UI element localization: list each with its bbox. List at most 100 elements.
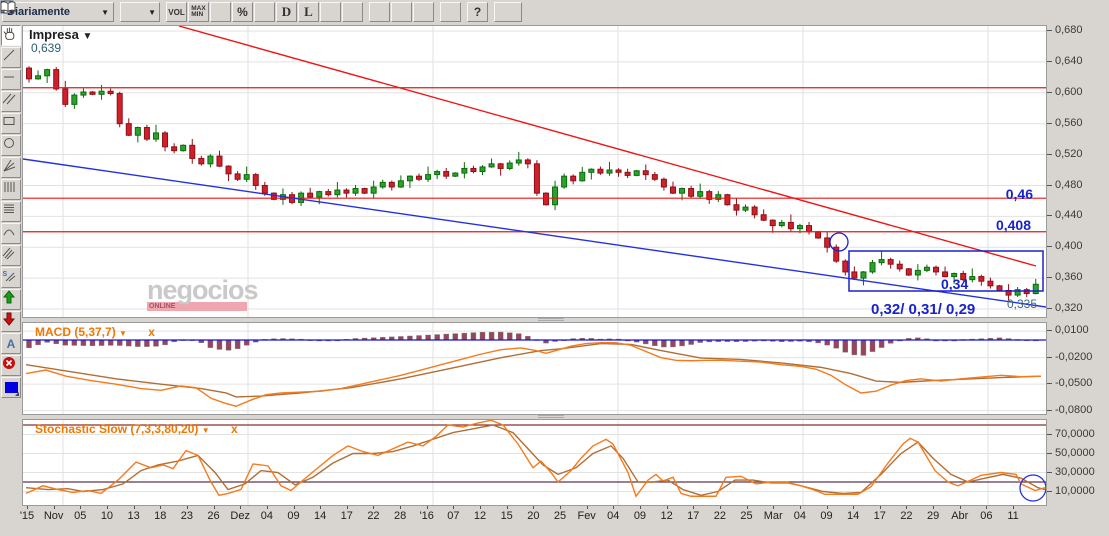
vertical-grid-tool[interactable] — [1, 179, 21, 200]
zoom-out-button[interactable] — [391, 2, 412, 22]
axis-tick-label: 22 — [891, 510, 921, 522]
axis-tick — [986, 506, 987, 509]
period-label: Diariamente — [7, 6, 70, 18]
zoom-in-button[interactable] — [413, 2, 434, 22]
axis-tick-label: 20 — [518, 510, 548, 522]
axis-tick — [1047, 357, 1052, 358]
axis-tick-label: 14 — [305, 510, 335, 522]
parallel-lines-tool[interactable] — [1, 91, 21, 112]
axis-tick-label: Nov — [39, 510, 69, 522]
sell-arrow-tool[interactable] — [1, 311, 21, 332]
axis-tick-label: 17 — [678, 510, 708, 522]
axis-tick-label: 29 — [918, 510, 948, 522]
line-mode-button[interactable]: L — [298, 2, 319, 22]
axis-tick-label: 0,400 — [1055, 240, 1083, 252]
axis-tick — [54, 506, 55, 509]
chevron-down-icon[interactable]: ▼ — [119, 329, 127, 338]
crosshair-button[interactable] — [320, 2, 341, 22]
add-indicator-button[interactable] — [369, 2, 390, 22]
axis-tick-label: -0,0800 — [1055, 404, 1092, 416]
axis-tick — [1047, 61, 1052, 62]
axis-tick — [1047, 453, 1052, 454]
axis-tick — [693, 506, 694, 509]
fibonacci-retracement-tool[interactable] — [1, 201, 21, 222]
charting-application: Diariamente ▼ ▼ VOL MAXMIN % — [0, 0, 1109, 536]
axis-tick — [1047, 215, 1052, 216]
macd-panel[interactable]: MACD (5,37,7) ▼ x — [22, 322, 1047, 415]
fan-lines-tool[interactable] — [1, 157, 21, 178]
symbol-name: Impresa — [29, 27, 79, 42]
axis-tick — [187, 506, 188, 509]
axis-tick-label: Dez — [225, 510, 255, 522]
pan-hand-tool[interactable] — [1, 25, 21, 46]
axis-tick-label: 04 — [785, 510, 815, 522]
grid-toggle-button[interactable] — [210, 2, 231, 22]
axis-tick — [507, 506, 508, 509]
axis-tick — [587, 506, 588, 509]
watermark-name: negocios — [147, 278, 258, 302]
axis-tick-label: 0,680 — [1055, 24, 1083, 36]
stochastic-close-button[interactable]: x — [231, 422, 238, 436]
axis-tick — [1047, 246, 1052, 247]
channel-button[interactable] — [254, 2, 275, 22]
buy-arrow-tool[interactable] — [1, 289, 21, 310]
targets-label: 0,32/ 0,31/ 0,29 — [871, 301, 975, 318]
axis-tick-label: 09 — [812, 510, 842, 522]
axis-tick — [640, 506, 641, 509]
price-axis[interactable]: 0,6800,6400,6000,5600,5200,4800,4400,400… — [1047, 0, 1109, 536]
axis-tick-label: 12 — [652, 510, 682, 522]
manual-button[interactable] — [494, 2, 522, 22]
time-axis[interactable]: '15Nov051013182326Dez040914172228'160712… — [22, 506, 1047, 526]
print-button[interactable] — [440, 2, 461, 22]
ellipse-tool[interactable] — [1, 135, 21, 156]
help-button[interactable]: ? — [467, 2, 488, 22]
axis-tick-label: 12 — [465, 510, 495, 522]
axis-tick-label: Abr — [945, 510, 975, 522]
axis-tick — [613, 506, 614, 509]
axis-tick — [80, 506, 81, 509]
axis-tick-label: 10,0000 — [1055, 485, 1095, 497]
symbol-dropdown[interactable]: Impresa ▼ — [29, 27, 92, 42]
trendline-tool[interactable] — [1, 47, 21, 68]
speed-resistance-tool[interactable]: S — [1, 267, 21, 288]
axis-tick-label: 17 — [332, 510, 362, 522]
svg-text:S: S — [3, 271, 8, 278]
axis-tick-label: 50,0000 — [1055, 447, 1095, 459]
axis-tick — [1013, 506, 1014, 509]
chevron-down-icon: ▼ — [148, 8, 156, 17]
axis-tick — [134, 506, 135, 509]
maxmin-button[interactable]: MAXMIN — [188, 2, 209, 22]
axis-tick — [294, 506, 295, 509]
axis-tick-label: 22 — [705, 510, 735, 522]
color-picker[interactable] — [1, 377, 21, 398]
axis-tick-label: 28 — [385, 510, 415, 522]
horizontal-line-tool[interactable] — [1, 69, 21, 90]
percent-scale-button[interactable]: % — [232, 2, 253, 22]
axis-tick — [480, 506, 481, 509]
arc-tool[interactable] — [1, 223, 21, 244]
axis-tick — [773, 506, 774, 509]
period-dropdown[interactable]: Diariamente ▼ — [2, 2, 114, 22]
resistance-046-label: 0,46 — [1006, 186, 1033, 202]
last-price-label: 0,639 — [31, 41, 61, 55]
axis-tick — [347, 506, 348, 509]
percent-label: % — [237, 5, 248, 19]
axis-tick — [533, 506, 534, 509]
daily-button[interactable]: D — [276, 2, 297, 22]
text-a-icon: A — [7, 337, 16, 351]
axis-tick — [267, 506, 268, 509]
delete-tool[interactable] — [1, 355, 21, 376]
main-chart-panel[interactable]: Impresa ▼ 0,639 negocios ONLINE 0,46 0,4… — [22, 25, 1047, 318]
axis-tick — [960, 506, 961, 509]
chart-style-dropdown[interactable]: ▼ — [120, 2, 160, 22]
volume-button[interactable]: VOL — [166, 2, 187, 22]
chevron-down-icon[interactable]: ▼ — [202, 426, 210, 435]
speed-lines-tool[interactable] — [1, 245, 21, 266]
stochastic-panel[interactable]: Stochastic Slow (7,3,3,80,20) ▼ x — [22, 419, 1047, 506]
text-tool[interactable]: A — [1, 333, 21, 354]
crosshair-tracking-button[interactable]: L — [342, 2, 363, 22]
rectangle-tool[interactable] — [1, 113, 21, 134]
axis-tick — [880, 506, 881, 509]
macd-close-button[interactable]: x — [148, 325, 155, 339]
axis-tick-label: 0,600 — [1055, 86, 1083, 98]
